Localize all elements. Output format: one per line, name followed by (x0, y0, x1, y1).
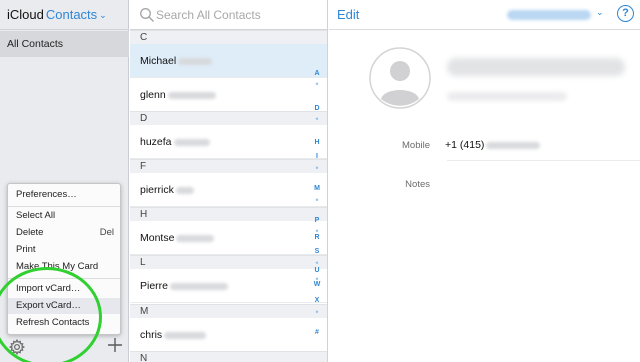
avatar[interactable] (369, 47, 431, 109)
contact-row[interactable]: Michael (130, 44, 327, 78)
section-header: L (130, 255, 327, 269)
add-contact-button[interactable] (106, 336, 124, 356)
contact-first-name: chris (140, 329, 163, 341)
index-letter[interactable]: S (310, 248, 324, 255)
contact-company-redacted (447, 92, 567, 101)
menu-item-print[interactable]: Print (8, 242, 120, 258)
search-icon (140, 8, 154, 22)
index-dot: • (315, 163, 319, 173)
contact-first-name: pierrick (140, 184, 174, 196)
redacted-last-name (176, 234, 215, 242)
section-header: C (130, 30, 327, 44)
contact-first-name: huzefa (140, 136, 172, 148)
menu-item-preferences[interactable]: Preferences… (8, 187, 120, 203)
search-bar (130, 0, 327, 30)
contact-list-pane: C Michael glenn D huzefa F pierrick H Mo… (130, 0, 328, 362)
index-letter[interactable]: R (310, 234, 324, 241)
detail-toolbar: Edit ⌄ ? (329, 0, 640, 30)
field-divider (447, 160, 640, 161)
phone-prefix: +1 (415) (445, 139, 485, 151)
contact-row[interactable]: Pierre (130, 269, 327, 303)
menu-item-label: Preferences… (16, 189, 77, 200)
account-name-redacted[interactable] (507, 10, 591, 20)
help-button[interactable]: ? (617, 5, 634, 22)
contact-row[interactable]: glenn (130, 78, 327, 112)
index-letter[interactable]: H (310, 139, 324, 146)
app-title[interactable]: iCloud Contacts ⌄ (7, 7, 107, 22)
contact-first-name: glenn (140, 89, 166, 101)
menu-item-label: Select All (16, 210, 56, 221)
contact-first-name: Montse (140, 232, 175, 244)
redacted-last-name (175, 186, 194, 194)
redacted-last-name (173, 138, 210, 146)
app-header: iCloud Contacts ⌄ (0, 0, 129, 30)
field-value-mobile[interactable]: +1 (415) (445, 139, 541, 151)
index-dot: • (315, 114, 319, 124)
menu-item-delete[interactable]: Delete Del (8, 225, 120, 241)
chevron-down-icon: ⌄ (99, 10, 107, 20)
redacted-last-name (167, 91, 216, 99)
contact-row[interactable]: Montse (130, 221, 327, 255)
menu-item-label: Print (16, 244, 36, 255)
contact-first-name: Pierre (140, 280, 169, 292)
field-label-mobile: Mobile (402, 140, 430, 151)
menu-item-shortcut: Del (99, 227, 114, 238)
section-header: F (130, 159, 327, 173)
menu-item-label: Delete (16, 227, 44, 238)
search-input[interactable] (156, 6, 321, 24)
menu-separator (8, 206, 120, 207)
index-letter[interactable]: P (310, 217, 324, 224)
section-header: M (130, 304, 327, 318)
index-letter[interactable]: I (310, 153, 324, 160)
redacted-last-name (178, 57, 213, 65)
edit-button[interactable]: Edit (337, 7, 359, 22)
chevron-down-icon[interactable]: ⌄ (596, 7, 604, 18)
plus-icon (108, 338, 122, 352)
section-header: D (130, 111, 327, 125)
index-letter[interactable]: W (310, 281, 324, 288)
index-letter[interactable]: # (310, 329, 324, 336)
contact-row[interactable]: pierrick (130, 173, 327, 207)
index-dot: • (315, 79, 319, 89)
index-letter[interactable]: D (310, 105, 324, 112)
index-dot: • (315, 195, 319, 205)
app-section-name: Contacts (45, 7, 98, 22)
redacted-last-name (164, 331, 207, 339)
index-dot: • (315, 307, 319, 317)
field-label-notes: Notes (405, 179, 430, 190)
app-name: iCloud (7, 7, 44, 22)
group-all-contacts[interactable]: All Contacts (0, 31, 129, 57)
section-header: N (130, 351, 327, 362)
redacted-last-name (170, 282, 229, 290)
redacted-phone-digits (486, 141, 541, 149)
index-letter[interactable]: A (310, 70, 324, 77)
contact-name-redacted (447, 58, 625, 76)
menu-item-select-all[interactable]: Select All (8, 208, 120, 224)
contact-detail-pane: Edit ⌄ ? Mobile +1 (415) Notes (329, 0, 640, 362)
index-letter[interactable]: U (310, 267, 324, 274)
index-letter[interactable]: X (310, 297, 324, 304)
index-letter[interactable]: M (310, 185, 324, 192)
contact-row[interactable]: chris (130, 318, 327, 352)
contact-row[interactable]: huzefa (130, 125, 327, 159)
section-header: H (130, 207, 327, 221)
contact-first-name: Michael (140, 55, 177, 67)
